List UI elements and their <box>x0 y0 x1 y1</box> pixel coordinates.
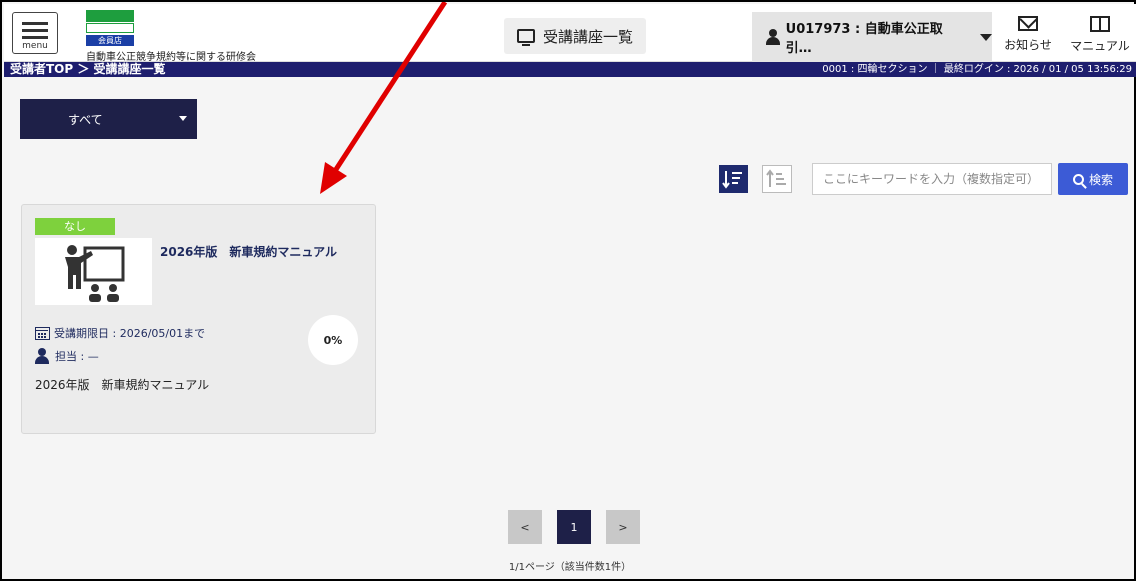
menu-icon <box>22 29 48 32</box>
course-description: 2026年版 新車規約マニュアル <box>35 378 210 392</box>
search-icon <box>1072 173 1084 185</box>
sort-desc-icon <box>722 171 742 189</box>
course-list-button[interactable]: 受講講座一覧 <box>504 18 646 54</box>
pagination-info: 1/1ページ（該当件数1件） <box>508 562 632 573</box>
section-login-info: 0001 : 四輪セクション ｜ 最終ログイン : 2026 / 01 / 05… <box>822 64 1132 75</box>
user-label: U017973 : 自動車公正取引… <box>785 22 943 56</box>
monitor-icon <box>516 29 535 46</box>
sort-descending-button[interactable] <box>719 165 748 193</box>
category-filter-dropdown[interactable]: すべて <box>20 99 197 139</box>
pagination-prev-button[interactable]: < <box>508 510 542 544</box>
pagination-next-button[interactable]: > <box>606 510 640 544</box>
app-window: menu 会員店 自動車公正競争規約等に関する研修会 受講講座一覧 U01797… <box>0 0 1136 581</box>
manual-label: マニュアル <box>1070 39 1130 53</box>
filter-selected-value: すべて <box>68 112 103 127</box>
menu-label: menu <box>22 41 48 51</box>
progress-indicator: 0% <box>308 315 358 365</box>
person-icon <box>35 348 49 364</box>
status-badge: なし <box>35 218 115 235</box>
sort-asc-icon <box>766 169 786 187</box>
search-button[interactable]: 検索 <box>1058 163 1128 195</box>
menu-icon <box>22 36 48 39</box>
user-icon <box>766 29 780 45</box>
logo-top <box>86 10 134 22</box>
user-menu[interactable]: U017973 : 自動車公正取引… <box>752 12 992 62</box>
breadcrumb[interactable]: 受講者TOP ＞ 受講講座一覧 <box>10 62 166 77</box>
deadline-text: 受講期限日 : 2026/05/01まで <box>54 327 206 340</box>
logo-mid <box>86 23 134 33</box>
org-name: 自動車公正競争規約等に関する研修会 <box>86 52 256 63</box>
mail-icon <box>1018 16 1038 31</box>
menu-button[interactable]: menu <box>12 12 58 54</box>
deadline: 受講期限日 : 2026/05/01まで <box>35 325 205 341</box>
logo[interactable]: 会員店 <box>86 10 134 46</box>
pagination-page-1[interactable]: 1 <box>557 510 591 544</box>
chevron-down-icon <box>179 116 187 121</box>
header: menu 会員店 自動車公正競争規約等に関する研修会 受講講座一覧 U01797… <box>4 4 1136 63</box>
search-button-label: 検索 <box>1088 172 1113 187</box>
keyword-search-input[interactable] <box>812 163 1052 195</box>
notice-button[interactable]: お知らせ <box>998 16 1058 62</box>
notice-label: お知らせ <box>1004 38 1052 52</box>
nav-bar: 受講者TOP ＞ 受講講座一覧 0001 : 四輪セクション ｜ 最終ログイン … <box>4 62 1136 77</box>
chevron-down-icon <box>980 33 992 41</box>
lecture-presenter-icon <box>65 245 125 302</box>
logo-sub-label: 会員店 <box>86 35 134 46</box>
manual-button[interactable]: マニュアル <box>1070 16 1130 62</box>
course-card[interactable]: なし 2026年版 新車規約マニュアル 受講期限日 : 2026/05/01まで… <box>21 204 376 434</box>
course-thumbnail[interactable] <box>35 238 152 305</box>
manual-icon <box>1090 16 1110 32</box>
instructor-text: 担当 : — <box>55 350 99 363</box>
course-list-label: 受講講座一覧 <box>542 27 633 46</box>
menu-icon <box>22 22 48 25</box>
sort-ascending-button[interactable] <box>762 165 792 193</box>
instructor: 担当 : — <box>35 348 99 364</box>
calendar-icon <box>35 326 50 340</box>
course-title[interactable]: 2026年版 新車規約マニュアル <box>160 243 337 260</box>
